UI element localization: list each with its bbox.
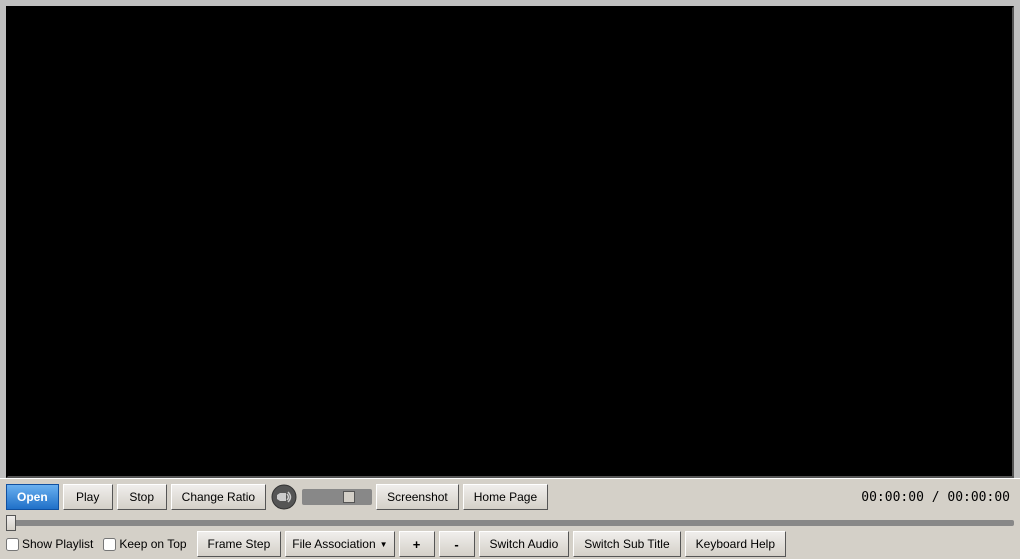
keyboard-help-button[interactable]: Keyboard Help [685, 531, 786, 557]
controls-row2: Show Playlist Keep on Top Frame Step Fil… [6, 531, 1014, 557]
switch-audio-button[interactable]: Switch Audio [479, 531, 570, 557]
screenshot-button[interactable]: Screenshot [376, 484, 459, 510]
controls-row1: Open Play Stop Change Ratio Screenshot H… [6, 483, 1014, 511]
stop-button[interactable]: Stop [117, 484, 167, 510]
frame-step-button[interactable]: Frame Step [197, 531, 282, 557]
volume-slider[interactable] [302, 489, 372, 505]
home-page-button[interactable]: Home Page [463, 484, 548, 510]
keep-on-top-checkbox[interactable] [103, 538, 116, 551]
video-display [6, 6, 1014, 478]
show-playlist-label[interactable]: Show Playlist [6, 537, 93, 551]
minus-button[interactable]: - [439, 531, 475, 557]
controls-area: Open Play Stop Change Ratio Screenshot H… [0, 478, 1020, 559]
time-display: 00:00:00 / 00:00:00 [861, 490, 1014, 505]
dropdown-arrow-icon: ▼ [380, 540, 388, 549]
mute-button[interactable] [270, 483, 298, 511]
play-button[interactable]: Play [63, 484, 113, 510]
switch-sub-title-button[interactable]: Switch Sub Title [573, 531, 680, 557]
file-association-dropdown[interactable]: File Association ▼ [285, 531, 394, 557]
seek-bar-container [6, 513, 1014, 531]
seek-bar[interactable] [6, 520, 1014, 526]
show-playlist-checkbox[interactable] [6, 538, 19, 551]
open-button[interactable]: Open [6, 484, 59, 510]
keep-on-top-label[interactable]: Keep on Top [103, 537, 186, 551]
change-ratio-button[interactable]: Change Ratio [171, 484, 266, 510]
plus-button[interactable]: + [399, 531, 435, 557]
